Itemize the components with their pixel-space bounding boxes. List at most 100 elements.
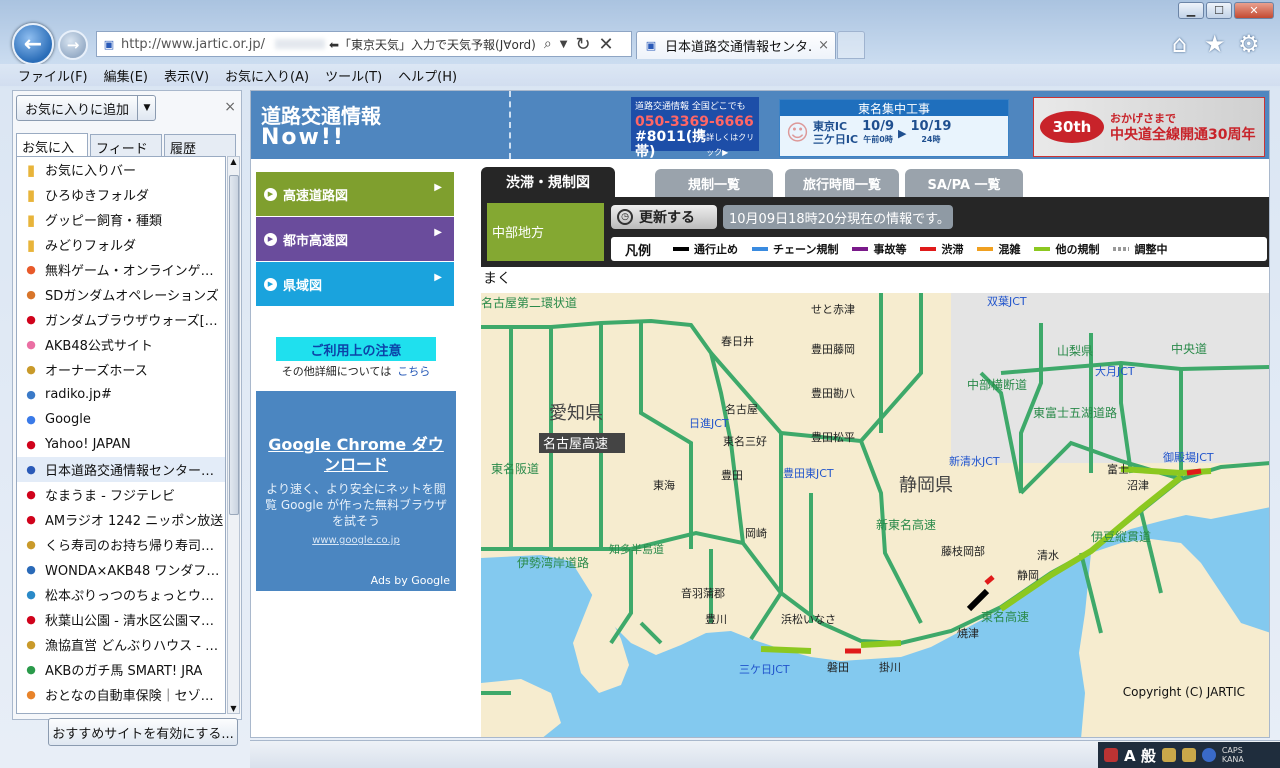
notice-link[interactable]: こちら — [397, 365, 430, 378]
sidenav-item[interactable]: ▶ 県域図 ▶ — [256, 262, 454, 306]
ime-help-icon[interactable] — [1201, 748, 1216, 762]
browser-tab-active[interactable]: ▣ 日本道路交通情報センタ... × — [636, 31, 836, 59]
favorite-item[interactable]: ● SDガンダムオペレーションズ — [17, 282, 225, 307]
forward-button[interactable]: → — [58, 30, 88, 60]
home-icon[interactable]: ⌂ — [1172, 30, 1187, 58]
label-seto: せと赤津 — [811, 303, 855, 316]
favorite-item[interactable]: ● radiko.jp# — [17, 382, 225, 407]
favorite-item[interactable]: ● 無料ゲーム・オンラインゲー... — [17, 257, 225, 282]
legend-item: 他の規制 — [1034, 241, 1099, 257]
favorite-item[interactable]: ● 漁協直営 どんぶりハウス - 安... — [17, 632, 225, 657]
favorite-item[interactable]: ● おとなの自動車保険｜セゾン... — [17, 682, 225, 707]
play-icon: ▶ — [264, 277, 277, 291]
menu-help[interactable]: ヘルプ(H) — [390, 66, 465, 85]
label-shimizu: 清水 — [1037, 549, 1059, 562]
ime-app-icon[interactable] — [1104, 748, 1118, 762]
label-otsuki-jct: 大月JCT — [1095, 364, 1135, 378]
ime-tool-icon[interactable] — [1181, 748, 1196, 762]
favorite-item[interactable]: ● 松本ぷりっつのちょっとウマ... — [17, 582, 225, 607]
favorite-item[interactable]: ● なまうま - フジテレビ — [17, 482, 225, 507]
traffic-map-svg[interactable]: 愛知県 名古屋高速 静岡県 山梨県 東名高速 新東名高速 伊勢湾岸道路 伊豆縦貫… — [481, 293, 1270, 738]
minimize-button[interactable]: ▁ — [1178, 2, 1204, 19]
favorite-item[interactable]: ● Google — [17, 407, 225, 432]
menu-favorites[interactable]: お気に入り(A) — [217, 66, 317, 85]
jra-icon: ● — [26, 663, 36, 676]
construction-banner[interactable]: 東名集中工事 ☺ 東京IC 三ケ日IC 10/9 午前0時 ▶ 10/19 24… — [779, 99, 1009, 157]
favorite-item[interactable]: ● 秋葉山公園 - 清水区公園マッ... — [17, 607, 225, 632]
favorite-item[interactable]: ● AKBのガチ馬 SMART! JRA — [17, 657, 225, 682]
maximize-button[interactable]: ☐ — [1206, 2, 1232, 19]
label-nisshin: 日進JCT — [689, 417, 729, 430]
blog-icon: ● — [26, 588, 36, 601]
menu-view[interactable]: 表示(V) — [156, 66, 217, 85]
traffic-map[interactable]: 愛知県 名古屋高速 静岡県 山梨県 東名高速 新東名高速 伊勢湾岸道路 伊豆縦貫… — [481, 293, 1270, 738]
tab-congestion-map[interactable]: 渋滞・規制図 — [481, 167, 615, 197]
yahoo-icon: ● — [26, 313, 36, 326]
sidenav-item[interactable]: ▶ 都市高速図 ▶ — [256, 217, 454, 261]
scroll-up-icon[interactable]: ▲ — [228, 157, 239, 166]
favorite-item[interactable]: ▮ お気に入りバー — [17, 157, 225, 182]
favorite-item[interactable]: ▮ ひろゆきフォルダ — [17, 182, 225, 207]
new-tab-button[interactable] — [837, 31, 865, 59]
label-iwata: 磐田 — [827, 660, 849, 674]
google-ad[interactable]: Google Chrome ダウンロード より速く、より安全にネットを閲覧 Go… — [256, 391, 456, 591]
favorites-star-icon[interactable]: ★ — [1204, 30, 1226, 58]
favorite-item[interactable]: ● AMラジオ 1242 ニッポン放送 — [17, 507, 225, 532]
favorites-close-icon[interactable]: × — [224, 99, 236, 115]
favorite-item[interactable]: ● Yahoo! JAPAN — [17, 432, 225, 457]
tab-travel-time[interactable]: 旅行時間一覧 — [785, 169, 899, 197]
legend-swatch — [1034, 247, 1051, 251]
window-caption-buttons: ▁ ☐ ✕ — [1178, 2, 1274, 19]
ad-title[interactable]: Google Chrome ダウンロード — [262, 435, 450, 475]
favorite-item[interactable]: ● オーナーズホース — [17, 357, 225, 382]
chevron-right-icon: ▶ — [434, 227, 442, 238]
tab-history[interactable]: 履歴 — [164, 134, 236, 157]
favorite-item[interactable]: ● WONDA×AKB48 ワンダフル ... — [17, 557, 225, 582]
tab-favorites[interactable]: お気に入り — [16, 133, 88, 175]
close-window-button[interactable]: ✕ — [1234, 2, 1274, 19]
menu-edit[interactable]: 編集(E) — [96, 66, 156, 85]
favorites-scrollbar[interactable]: ▲ ▼ — [227, 156, 240, 714]
refresh-icon[interactable]: ↻ — [575, 34, 590, 55]
tab-feeds[interactable]: フィード — [90, 134, 162, 157]
favorite-item[interactable]: ▮ みどりフォルダ — [17, 232, 225, 257]
favorites-scroll-thumb[interactable] — [229, 175, 239, 515]
back-button[interactable]: ← — [12, 23, 54, 65]
label-higashi-fuji: 東富士五湖道路 — [1033, 405, 1117, 420]
scroll-down-icon[interactable]: ▼ — [228, 704, 239, 713]
tab-regulation-list[interactable]: 規制一覧 — [655, 169, 773, 197]
tab-close-icon[interactable]: × — [818, 38, 829, 53]
add-to-favorites-button[interactable]: お気に入りに追加 — [16, 95, 156, 121]
search-icon[interactable]: ⌕ — [544, 36, 552, 52]
label-shizuoka: 静岡県 — [899, 475, 953, 496]
region-label[interactable]: 中部地方 — [487, 203, 604, 261]
site-title[interactable]: 道路交通情報 Now!! — [261, 105, 501, 149]
add-favorites-dropdown-icon[interactable]: ▼ — [137, 95, 156, 121]
ad-url[interactable]: www.google.co.jp — [262, 535, 450, 546]
favorite-item[interactable]: ● ガンダムブラウザウォーズ[ゲ... — [17, 307, 225, 332]
dropdown-icon[interactable]: ▼ — [560, 39, 568, 50]
favorite-item[interactable]: ▮ グッピー飼育・種類 — [17, 207, 225, 232]
chuo-anniversary-banner[interactable]: 30th おかげさまで 中央道全線開通30周年 — [1033, 97, 1265, 157]
ime-mode-indicator[interactable]: A 般 — [1124, 745, 1156, 766]
legend-item: 事故等 — [852, 241, 906, 257]
gear-icon[interactable]: ⚙ — [1238, 30, 1260, 58]
ads-by-google[interactable]: Ads by Google — [371, 574, 450, 587]
tab-sapa-list[interactable]: SA/PA 一覧 — [905, 169, 1023, 197]
usage-notice-button[interactable]: ご利用上の注意 — [276, 337, 436, 361]
favorite-item[interactable]: ● AKB48公式サイト — [17, 332, 225, 357]
sidenav-item[interactable]: ▶ 高速道路図 ▶ — [256, 172, 454, 216]
menu-tools[interactable]: ツール(T) — [317, 66, 390, 85]
favorite-item[interactable]: ● くら寿司のお持ち帰り寿司｜... — [17, 532, 225, 557]
recommended-sites-button[interactable]: おすすめサイトを有効にする... — [48, 718, 238, 746]
url-text[interactable]: http://www.jartic.or.jp/ — [121, 37, 271, 52]
menu-file[interactable]: ファイル(F) — [10, 66, 96, 85]
update-button[interactable]: ◷ 更新する — [611, 205, 717, 229]
phone-banner[interactable]: 道路交通情報 全国どこでも 050-3369-6666 #8011(携帯) 詳し… — [631, 97, 759, 160]
address-bar[interactable]: ▣ http://www.jartic.or.jp/ ⬅「東京天気」入力で天気予… — [96, 31, 632, 57]
label-okazaki: 岡崎 — [745, 526, 767, 540]
favorite-item[interactable]: ● 日本道路交通情報センター：J... — [17, 457, 225, 482]
phone-banner-note: 詳しくはクリック▶ — [706, 133, 755, 157]
ime-dictionary-icon[interactable] — [1161, 748, 1176, 762]
stop-icon[interactable]: ✕ — [599, 34, 614, 55]
